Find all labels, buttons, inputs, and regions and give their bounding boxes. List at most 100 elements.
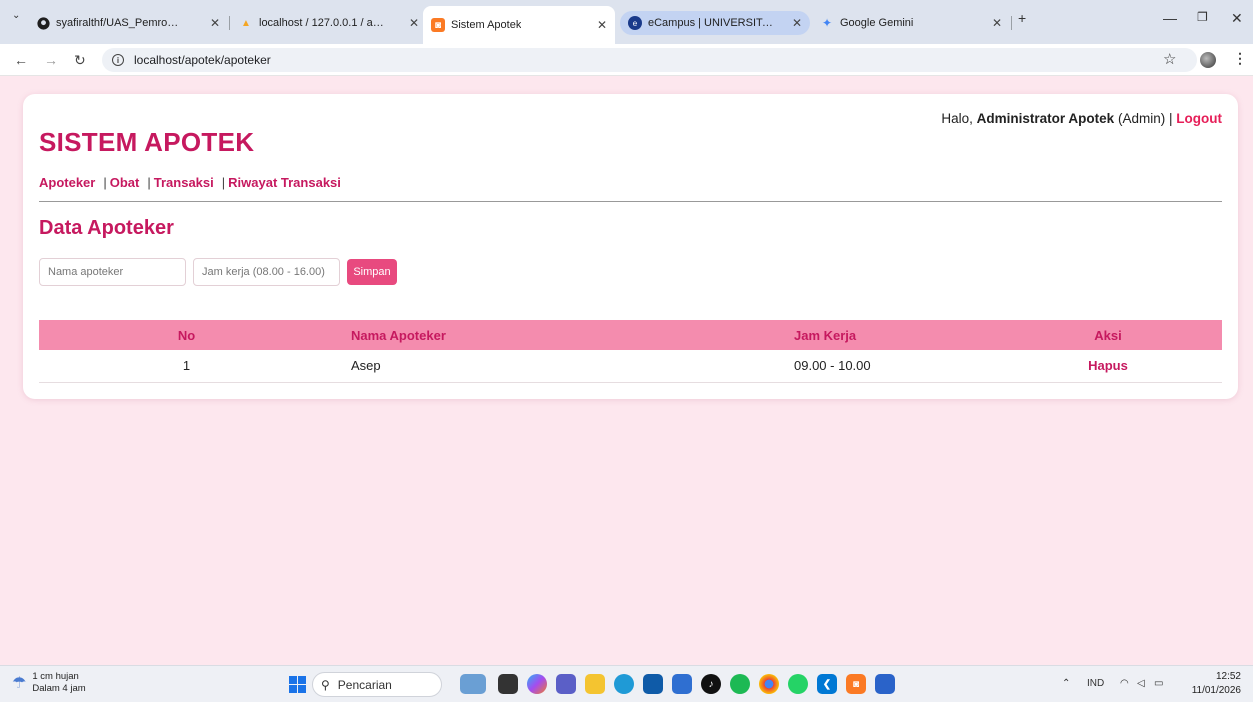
search-label: Pencarian — [337, 677, 392, 692]
chrome-icon[interactable] — [759, 674, 779, 694]
wifi-icon[interactable]: ◠ — [1120, 678, 1129, 689]
close-icon[interactable]: ✕ — [992, 16, 1002, 30]
nav-separator: | — [147, 175, 151, 190]
search-icon: ⚲ — [321, 677, 330, 692]
cell-name: Asep — [334, 350, 634, 383]
whatsapp-icon[interactable] — [788, 674, 808, 694]
windows-start-icon[interactable] — [289, 676, 306, 693]
col-header-action: Aksi — [994, 320, 1222, 350]
system-clock[interactable]: 12:52 11/01/2026 — [1192, 670, 1241, 698]
close-icon[interactable]: ✕ — [210, 16, 220, 30]
url-text: localhost/apotek/apoteker — [134, 53, 271, 67]
rain-icon: ☂ — [12, 675, 27, 692]
cell-hours: 09.00 - 10.00 — [634, 350, 994, 383]
spotify-icon[interactable] — [730, 674, 750, 694]
battery-icon[interactable]: ▭ — [1154, 678, 1163, 689]
menu-kebab-icon[interactable]: ⋮ — [1233, 50, 1247, 67]
phpmyadmin-icon: ▲ — [241, 17, 251, 29]
separator: | — [1168, 111, 1173, 126]
nav-obat[interactable]: Obat — [110, 175, 140, 190]
main-nav: Apoteker | Obat | Transaksi | Riwayat Tr… — [39, 175, 341, 190]
vscode-icon[interactable]: ❮ — [817, 674, 837, 694]
user-greeting: Halo, Administrator Apotek (Admin) | Log… — [941, 111, 1222, 126]
tab-github[interactable]: syafiralthf/UAS_Pemrograman_\ ✕ — [28, 8, 228, 38]
user-role: (Admin) — [1117, 111, 1166, 126]
tab-search-icon[interactable]: ⌄ — [12, 10, 20, 21]
nav-riwayat-transaksi[interactable]: Riwayat Transaksi — [228, 175, 341, 190]
chevron-up-icon[interactable]: ⌃ — [1062, 678, 1070, 689]
weather-line1: 1 cm hujan — [32, 671, 79, 682]
tab-ecampus[interactable]: e eCampus | UNIVERSITAS PELITA ✕ — [620, 11, 810, 35]
cell-action: Hapus — [994, 350, 1222, 383]
xampp-icon[interactable]: ◙ — [846, 674, 866, 694]
task-view-icon[interactable] — [498, 674, 518, 694]
edge-icon[interactable] — [614, 674, 634, 694]
new-tab-icon[interactable]: + — [1018, 10, 1026, 26]
logout-link[interactable]: Logout — [1176, 111, 1222, 126]
ecampus-icon: e — [628, 16, 642, 30]
windows-taskbar: ☂ 1 cm hujan Dalam 4 jam ⚲ Pencarian ♪ ❮… — [0, 665, 1253, 702]
delete-link[interactable]: Hapus — [1088, 358, 1128, 373]
browser-tab-bar: ⌄ syafiralthf/UAS_Pemrograman_\ ✕ ▲ loca… — [0, 0, 1253, 44]
store-icon[interactable] — [643, 674, 663, 694]
news-widget-icon[interactable] — [460, 674, 486, 694]
cell-no: 1 — [39, 350, 334, 383]
profile-avatar[interactable] — [1200, 52, 1216, 68]
col-header-no: No — [39, 320, 334, 350]
url-bar[interactable]: i localhost/apotek/apoteker — [102, 48, 1197, 72]
nav-separator: | — [221, 175, 226, 190]
app-icon[interactable] — [875, 674, 895, 694]
minimize-icon[interactable]: — — [1163, 10, 1177, 26]
weather-widget[interactable]: ☂ 1 cm hujan Dalam 4 jam — [12, 671, 86, 695]
bookmark-star-icon[interactable]: ☆ — [1163, 50, 1176, 68]
reload-icon[interactable]: ↻ — [74, 52, 86, 69]
main-card: Halo, Administrator Apotek (Admin) | Log… — [23, 94, 1238, 399]
nav-separator: | — [103, 175, 107, 190]
gemini-icon: ✦ — [821, 16, 833, 30]
github-icon — [36, 16, 50, 30]
tab-sistem-apotek[interactable]: ◙ Sistem Apotek ✕ — [423, 6, 615, 44]
tab-title: Sistem Apotek — [451, 19, 522, 31]
close-icon[interactable]: ✕ — [409, 16, 419, 30]
apoteker-name-input[interactable] — [39, 258, 186, 286]
back-icon[interactable]: ← — [14, 52, 28, 68]
site-info-icon[interactable]: i — [112, 54, 124, 66]
close-window-icon[interactable]: ✕ — [1231, 10, 1243, 27]
working-hours-input[interactable] — [193, 258, 340, 286]
page-body: Halo, Administrator Apotek (Admin) | Log… — [0, 77, 1253, 665]
restore-icon[interactable]: ❐ — [1197, 10, 1208, 24]
tab-title: eCampus | UNIVERSITAS PELITA — [648, 17, 773, 29]
tiktok-icon[interactable]: ♪ — [701, 674, 721, 694]
header-divider — [39, 201, 1222, 202]
language-indicator[interactable]: IND — [1087, 678, 1104, 689]
clock-date: 11/01/2026 — [1191, 685, 1241, 696]
teams-icon[interactable] — [556, 674, 576, 694]
address-bar: ← → ↻ i localhost/apotek/apoteker ☆ ⋮ — [0, 44, 1253, 76]
tab-phpmyadmin[interactable]: ▲ localhost / 127.0.0.1 / apotek | p ✕ — [231, 8, 427, 38]
whiteboard-icon[interactable] — [672, 674, 692, 694]
apoteker-table: No Nama Apoteker Jam Kerja Aksi 1 Asep 0… — [39, 320, 1222, 383]
tab-title: syafiralthf/UAS_Pemrograman_\ — [56, 17, 181, 29]
save-button[interactable]: Simpan — [347, 259, 397, 285]
forward-icon[interactable]: → — [44, 52, 58, 68]
nav-apoteker[interactable]: Apoteker — [39, 175, 95, 190]
page-title: SISTEM APOTEK — [39, 127, 255, 157]
col-header-name: Nama Apoteker — [334, 320, 634, 350]
col-header-hours: Jam Kerja — [634, 320, 994, 350]
table-header-row: No Nama Apoteker Jam Kerja Aksi — [39, 320, 1222, 350]
copilot-icon[interactable] — [527, 674, 547, 694]
taskbar-search[interactable]: ⚲ Pencarian — [312, 672, 442, 697]
nav-transaksi[interactable]: Transaksi — [154, 175, 214, 190]
section-title: Data Apoteker — [39, 217, 174, 239]
tab-gemini[interactable]: ✦ Google Gemini ✕ — [812, 8, 1010, 38]
table-row: 1 Asep 09.00 - 10.00 Hapus — [39, 350, 1222, 383]
user-name: Administrator Apotek — [976, 111, 1115, 126]
greeting-prefix: Halo, — [941, 111, 973, 126]
close-icon[interactable]: ✕ — [792, 16, 802, 30]
close-icon[interactable]: ✕ — [597, 18, 607, 32]
volume-icon[interactable]: ◁ — [1137, 678, 1145, 689]
clock-time: 12:52 — [1215, 671, 1241, 682]
file-explorer-icon[interactable] — [585, 674, 605, 694]
tab-title: localhost / 127.0.0.1 / apotek | p — [259, 17, 384, 29]
weather-line2: Dalam 4 jam — [32, 683, 86, 694]
